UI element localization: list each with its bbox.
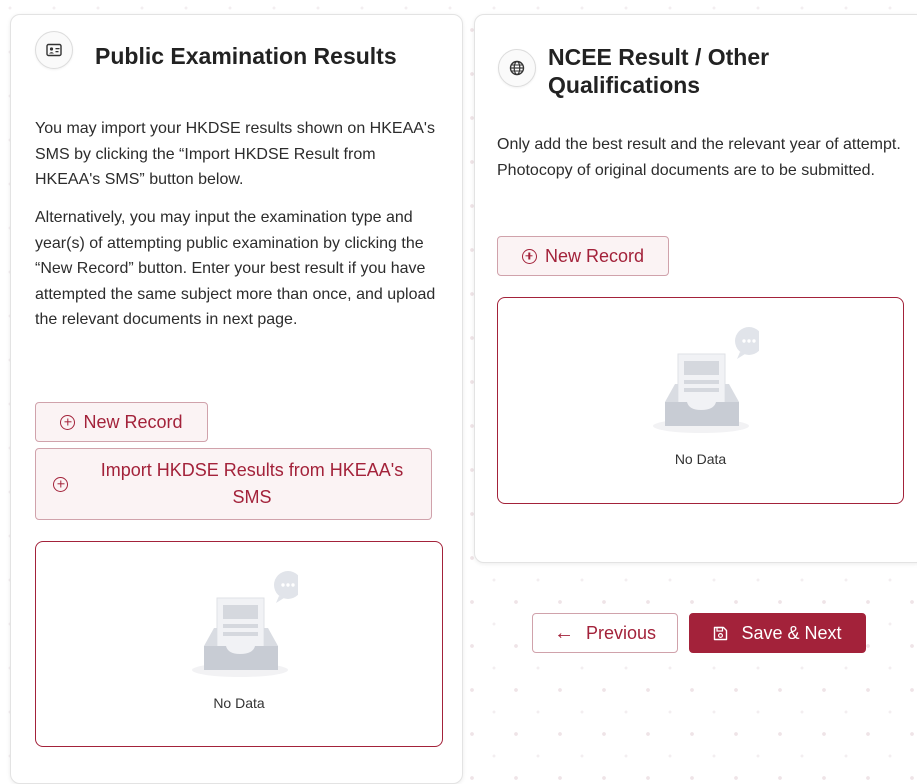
empty-inbox-icon <box>649 326 763 446</box>
save-next-button[interactable]: Save & Next <box>689 613 866 653</box>
new-record-button[interactable]: New Record <box>35 402 208 442</box>
arrow-left-icon: ← <box>553 622 574 644</box>
card-title: Public Examination Results <box>95 43 397 69</box>
no-data-label: No Data <box>213 695 265 711</box>
empty-inbox-icon <box>188 570 302 690</box>
card-title-line2: Qualifications <box>548 72 701 98</box>
new-record-label: New Record <box>83 411 183 432</box>
import-label-line1: Import HKDSE Results from HKEAA's <box>100 460 404 480</box>
public-exam-results-card: Public Examination Results You may impor… <box>10 14 463 784</box>
floppy-disk-icon <box>713 626 728 641</box>
exam-results-empty-state: No Data <box>35 541 443 747</box>
id-card-icon <box>35 31 73 69</box>
plus-circle-icon <box>60 414 76 430</box>
import-hkdse-button[interactable]: Import HKDSE Results from HKEAA's SMS <box>35 448 432 520</box>
plus-circle-icon <box>521 248 537 264</box>
no-data-label: No Data <box>674 451 727 467</box>
manual-entry-instructions: Alternatively, you may input the examina… <box>35 209 436 328</box>
previous-label: Previous <box>585 622 657 643</box>
import-label-line2: SMS <box>232 487 272 507</box>
import-instructions: You may import your HKDSE results shown … <box>35 120 435 188</box>
globe-icon <box>498 49 536 87</box>
previous-button[interactable]: ← Previous <box>532 613 678 653</box>
ncee-other-qualifications-card: NCEE Result / Other Qualifications Only … <box>474 14 917 563</box>
plus-circle-icon <box>53 476 68 492</box>
card-title: NCEE Result / Other Qualifications <box>548 43 769 99</box>
new-record-label: New Record <box>544 245 645 266</box>
ncee-empty-state: No Data <box>497 297 904 504</box>
new-record-button[interactable]: New Record <box>497 236 669 276</box>
ncee-instructions: Only add the best result and the relevan… <box>497 136 901 179</box>
save-next-label: Save & Next <box>741 622 842 643</box>
card-title-line1: NCEE Result / Other <box>548 44 770 70</box>
